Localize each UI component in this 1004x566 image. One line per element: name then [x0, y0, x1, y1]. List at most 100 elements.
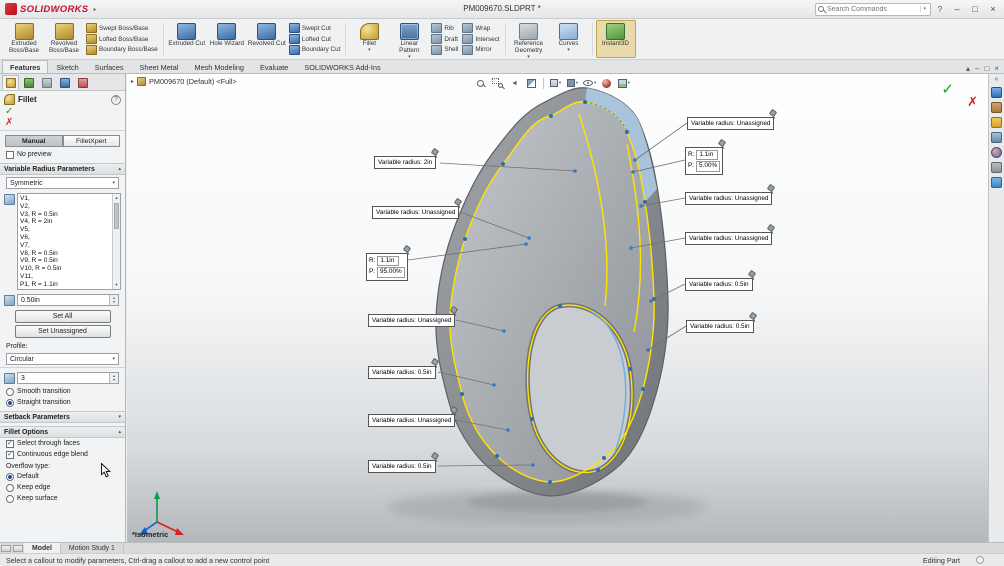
straight-transition-radio[interactable]	[6, 398, 14, 407]
variable-radius-callout[interactable]: Variable radius: Unassigned	[368, 314, 456, 328]
list-item[interactable]: V11,	[20, 273, 111, 281]
flyout-arrow-icon[interactable]: ▾	[408, 54, 411, 60]
displaymanager-tab[interactable]	[74, 75, 91, 90]
pushpin-icon[interactable]	[450, 407, 459, 416]
list-item[interactable]: V10, R = 0.5in	[20, 265, 111, 273]
ok-button[interactable]: ✓	[0, 106, 18, 117]
variable-radius-callout[interactable]: Variable radius: Unassigned	[687, 117, 775, 131]
pushpin-icon[interactable]	[403, 246, 412, 255]
tab-scroll-icon[interactable]	[1, 545, 11, 552]
variable-radius-callout[interactable]: Variable radius: 2in	[374, 156, 437, 170]
smooth-transition-row[interactable]: Smooth transition	[0, 386, 125, 397]
doc-restore-button[interactable]: □	[984, 64, 989, 73]
select-through-faces-checkbox[interactable]	[6, 439, 14, 448]
list-item[interactable]: V7,	[20, 242, 111, 250]
draft-button[interactable]: Draft	[429, 34, 460, 45]
pushpin-icon[interactable]	[431, 453, 440, 462]
custom-properties-icon[interactable]	[991, 162, 1002, 173]
view-settings-button[interactable]: ▾	[616, 76, 631, 90]
reference-geometry-button[interactable]: Reference Geometry ▾	[509, 20, 549, 59]
radius-spinner[interactable]: ▴ ▾	[109, 295, 118, 305]
shell-button[interactable]: Shell	[429, 44, 460, 55]
filletxpert-mode-tab[interactable]: FilletXpert	[62, 135, 120, 147]
profile-dropdown[interactable]: Circular ▾	[6, 353, 119, 365]
setback-section-header[interactable]: Setback Parameters ▾	[0, 411, 125, 423]
graphics-area[interactable]: ◄ ▾ ▾ ▾ ▾ ▸ PM009670 (Default) <Full> Va…	[127, 74, 988, 542]
variable-radius-callout[interactable]: Variable radius: 0.5in	[368, 460, 436, 474]
pushpin-icon[interactable]	[767, 185, 776, 194]
no-preview-row[interactable]: No preview	[0, 149, 125, 160]
select-through-faces-row[interactable]: Select through faces	[0, 438, 125, 449]
view-orientation-button[interactable]: ▾	[548, 76, 563, 90]
search-input[interactable]	[827, 5, 921, 13]
symmetric-dropdown[interactable]: Symmetric ▾	[6, 177, 119, 189]
lofted-cut-button[interactable]: Lofted Cut	[287, 34, 343, 45]
position-value-field[interactable]: 95.00%	[377, 267, 405, 278]
list-item[interactable]: P1, R = 1.1in	[20, 281, 111, 289]
overflow-keep-edge-radio[interactable]	[6, 483, 14, 492]
scroll-up-icon[interactable]: ▴	[115, 194, 117, 202]
pushpin-icon[interactable]	[749, 313, 758, 322]
featuremanager-tab[interactable]	[20, 75, 37, 90]
pushpin-icon[interactable]	[769, 110, 778, 119]
radius-value-field[interactable]: 1.1in	[696, 150, 719, 161]
tab-solidworks-add-ins[interactable]: SOLIDWORKS Add-Ins	[296, 60, 388, 73]
solidworks-forum-icon[interactable]	[991, 177, 1002, 188]
appearances-scenes-icon[interactable]	[991, 147, 1002, 158]
extruded-boss-base-button[interactable]: Extruded Boss/Base	[4, 20, 44, 58]
variable-radius-callout[interactable]: Variable radius: Unassigned	[368, 414, 456, 428]
close-button[interactable]: ×	[985, 2, 1001, 16]
variable-radius-callout[interactable]: Variable radius: Unassigned	[685, 232, 773, 246]
variable-radius-callout[interactable]: Variable radius: 0.5in	[686, 320, 754, 334]
fillet-options-section-header[interactable]: Fillet Options ▴	[0, 426, 125, 438]
flyout-arrow-icon[interactable]: ▾	[567, 47, 570, 53]
doc-close-button[interactable]: ×	[994, 64, 999, 73]
status-options-icon[interactable]	[976, 556, 984, 564]
mirror-button[interactable]: Mirror	[460, 44, 501, 55]
file-explorer-icon[interactable]	[991, 117, 1002, 128]
overflow-default-radio[interactable]	[6, 472, 14, 481]
overflow-keep-surface-radio[interactable]	[6, 494, 14, 503]
tab-surfaces[interactable]: Surfaces	[87, 60, 132, 73]
swept-boss-base-button[interactable]: Swept Boss/Base	[84, 23, 160, 34]
smooth-transition-radio[interactable]	[6, 387, 14, 396]
hole-wizard-button[interactable]: Hole Wizard	[207, 20, 247, 58]
linear-pattern-button[interactable]: Linear Pattern ▾	[389, 20, 429, 60]
continuous-edge-blend-checkbox[interactable]	[6, 450, 14, 459]
collapse-section-icon[interactable]: ▴	[118, 166, 121, 172]
edit-appearance-button[interactable]	[599, 76, 614, 90]
scroll-thumb[interactable]	[114, 202, 119, 229]
continuous-edge-blend-row[interactable]: Continuous edge blend	[0, 449, 125, 460]
tab-features[interactable]: Features	[2, 60, 49, 73]
dimxpertmanager-tab[interactable]	[56, 75, 73, 90]
straight-transition-row[interactable]: Straight transition	[0, 397, 125, 408]
list-item[interactable]: V8, R = 0.5in	[20, 250, 111, 258]
set-all-button[interactable]: Set All	[14, 310, 111, 323]
scroll-down-icon[interactable]: ▾	[115, 281, 117, 289]
revolved-cut-button[interactable]: Revolved Cut	[247, 20, 287, 58]
overflow-keep-surface-row[interactable]: Keep surface	[0, 493, 125, 504]
intersect-button[interactable]: Intersect	[460, 34, 501, 45]
curves-button[interactable]: Curves ▾	[549, 20, 589, 58]
confirm-ok-button[interactable]: ✓	[941, 80, 954, 98]
expand-tree-icon[interactable]: ▸	[131, 78, 134, 85]
extruded-cut-button[interactable]: Extruded Cut	[167, 20, 207, 58]
boundary-boss-base-button[interactable]: Boundary Boss/Base	[84, 44, 160, 55]
list-item[interactable]: V2,	[20, 203, 111, 211]
pushpin-icon[interactable]	[450, 307, 459, 316]
panel-help-icon[interactable]: ?	[111, 94, 121, 105]
transition-count-input[interactable]: 3 ▴ ▾	[17, 372, 119, 384]
restore-button[interactable]: □	[967, 2, 983, 16]
fillet-button[interactable]: Fillet ▾	[349, 20, 389, 58]
propertymanager-tab[interactable]	[2, 75, 19, 90]
quick-access-expand-icon[interactable]: ▸	[93, 6, 96, 13]
position-value-field[interactable]: 5.00%	[696, 161, 721, 172]
rib-button[interactable]: Rib	[429, 23, 460, 34]
variable-radius-callout[interactable]: Variable radius: 0.5in	[368, 366, 436, 380]
help-button[interactable]: ?	[933, 2, 947, 16]
variable-radius-callout[interactable]: Variable radius: 0.5in	[685, 278, 753, 292]
display-style-button[interactable]: ▾	[565, 76, 580, 90]
pushpin-icon[interactable]	[718, 140, 727, 149]
collapse-section-icon[interactable]: ▴	[118, 429, 121, 435]
doc-minimize-button[interactable]: –	[975, 64, 979, 73]
